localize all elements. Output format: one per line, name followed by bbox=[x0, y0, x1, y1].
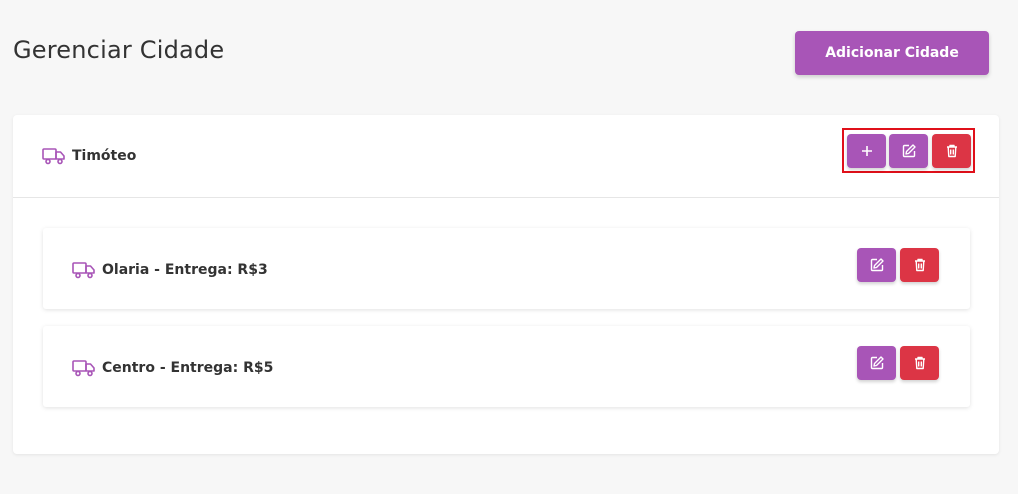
trash-icon bbox=[946, 144, 957, 158]
district-label: Centro - Entrega: R$5 bbox=[102, 360, 274, 376]
delete-district-button[interactable] bbox=[900, 248, 939, 282]
city-title: Timóteo bbox=[42, 145, 136, 167]
plus-icon bbox=[861, 146, 872, 156]
district-label: Olaria - Entrega: R$3 bbox=[102, 262, 268, 278]
edit-icon bbox=[870, 356, 884, 370]
edit-district-button[interactable] bbox=[857, 248, 896, 282]
truck-icon bbox=[72, 261, 96, 279]
city-action-buttons bbox=[842, 128, 975, 173]
truck-icon bbox=[42, 147, 66, 165]
edit-icon bbox=[902, 144, 916, 158]
district-card: Centro - Entrega: R$5 bbox=[43, 326, 970, 407]
city-card: Timóteo Olaria - Entrega: R$3 Centro - E… bbox=[13, 115, 999, 454]
edit-city-button[interactable] bbox=[889, 134, 928, 168]
city-name: Timóteo bbox=[72, 148, 137, 164]
delete-district-button[interactable] bbox=[900, 346, 939, 380]
add-district-button[interactable] bbox=[847, 134, 886, 168]
delete-city-button[interactable] bbox=[932, 134, 971, 168]
trash-icon bbox=[914, 356, 925, 370]
city-header: Timóteo bbox=[13, 115, 999, 198]
trash-icon bbox=[914, 258, 925, 272]
edit-icon bbox=[870, 258, 884, 272]
district-title: Olaria - Entrega: R$3 bbox=[72, 259, 268, 281]
page-title: Gerenciar Cidade bbox=[13, 36, 225, 64]
district-card: Olaria - Entrega: R$3 bbox=[43, 228, 970, 309]
page: Gerenciar Cidade Adicionar Cidade Timóte… bbox=[0, 0, 1018, 494]
district-title: Centro - Entrega: R$5 bbox=[72, 357, 273, 379]
edit-district-button[interactable] bbox=[857, 346, 896, 380]
add-city-button[interactable]: Adicionar Cidade bbox=[795, 31, 989, 75]
truck-icon bbox=[72, 359, 96, 377]
